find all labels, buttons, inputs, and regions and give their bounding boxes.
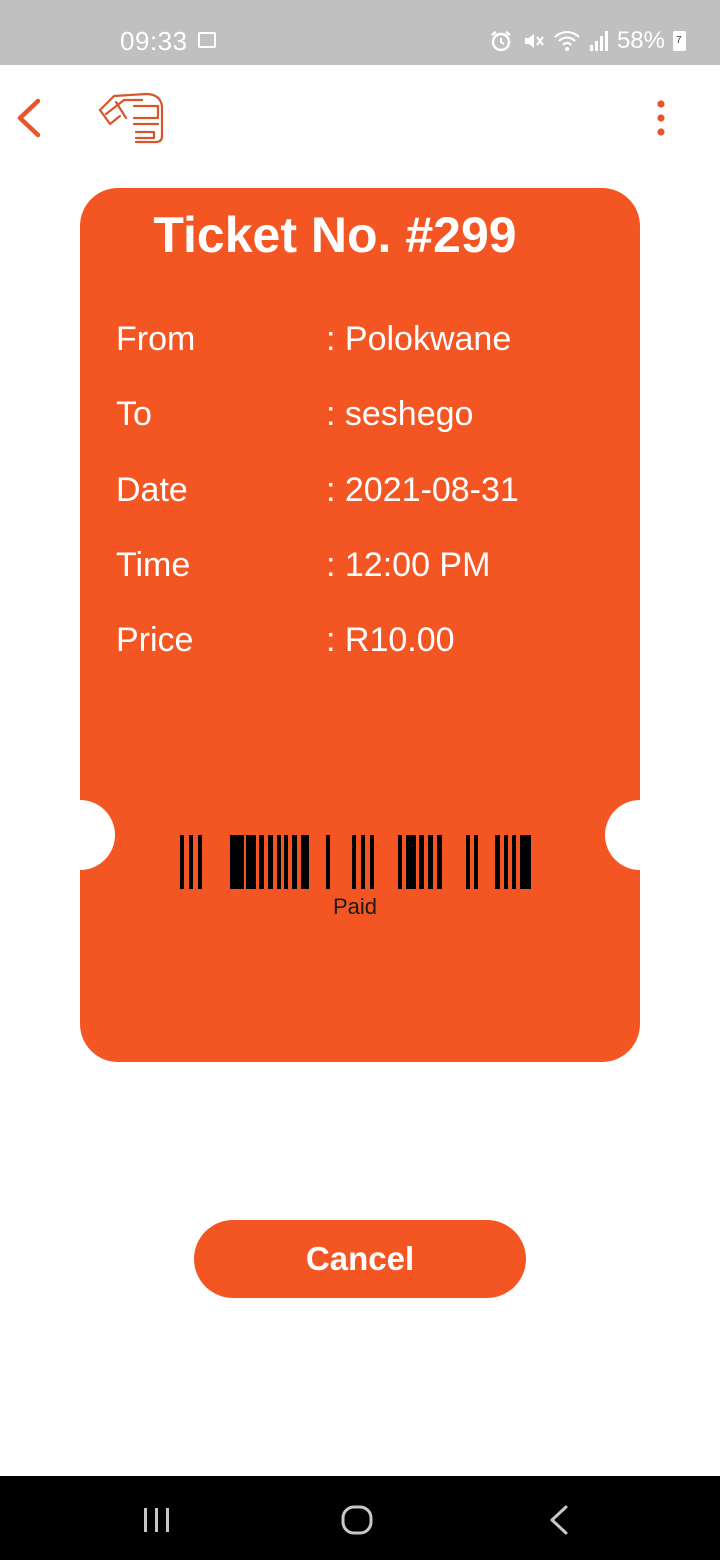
home-icon[interactable] xyxy=(340,1504,374,1536)
ticket-title: Ticket No. #299 xyxy=(153,207,517,263)
battery-icon: 7 xyxy=(673,31,686,51)
status-time: 09:33 xyxy=(120,26,188,56)
wifi-icon xyxy=(554,30,580,51)
back-arrow-icon[interactable] xyxy=(10,95,50,141)
battery-level-label: 7 xyxy=(676,35,682,46)
gallery-icon xyxy=(198,32,216,48)
cancel-button[interactable]: Cancel xyxy=(194,1220,526,1298)
alarm-icon xyxy=(491,31,511,52)
row-value: : 12:00 PM xyxy=(326,546,491,584)
ticket-row-date: Date : 2021-08-31 xyxy=(116,471,606,511)
row-label: Date xyxy=(116,471,188,509)
row-label: Price xyxy=(116,621,194,659)
row-value: : Polokwane xyxy=(326,320,512,358)
ticket-row-from: From : Polokwane xyxy=(116,320,606,360)
barcode xyxy=(180,835,531,889)
recent-apps-icon[interactable] xyxy=(140,1506,174,1534)
ticket-notch-right xyxy=(605,800,640,870)
row-value: : R10.00 xyxy=(326,621,455,659)
status-icons: 58% 7 xyxy=(489,26,686,56)
more-vert-icon[interactable] xyxy=(645,98,677,138)
bus-logo-icon xyxy=(98,92,164,144)
row-value: : seshego xyxy=(326,395,474,433)
system-nav-bar xyxy=(0,1476,720,1560)
barcode-text: Paid xyxy=(332,894,378,919)
row-label: From xyxy=(116,320,196,358)
ticket-row-time: Time : 12:00 PM xyxy=(116,546,606,586)
row-label: To xyxy=(116,395,152,433)
ticket-row-to: To : seshego xyxy=(116,395,606,435)
nav-back-icon[interactable] xyxy=(546,1504,572,1536)
battery-percent: 58% xyxy=(616,27,665,54)
status-bar: 09:33 58% 7 xyxy=(0,0,720,65)
row-value: : 2021-08-31 xyxy=(326,471,519,509)
ticket-card: Ticket No. #299 From : Polokwane To : se… xyxy=(80,188,640,1062)
mute-icon xyxy=(524,34,544,48)
ticket-row-price: Price : R10.00 xyxy=(116,621,606,661)
row-label: Time xyxy=(116,546,191,584)
ticket-notch-left xyxy=(80,800,115,870)
signal-icon xyxy=(589,31,608,51)
